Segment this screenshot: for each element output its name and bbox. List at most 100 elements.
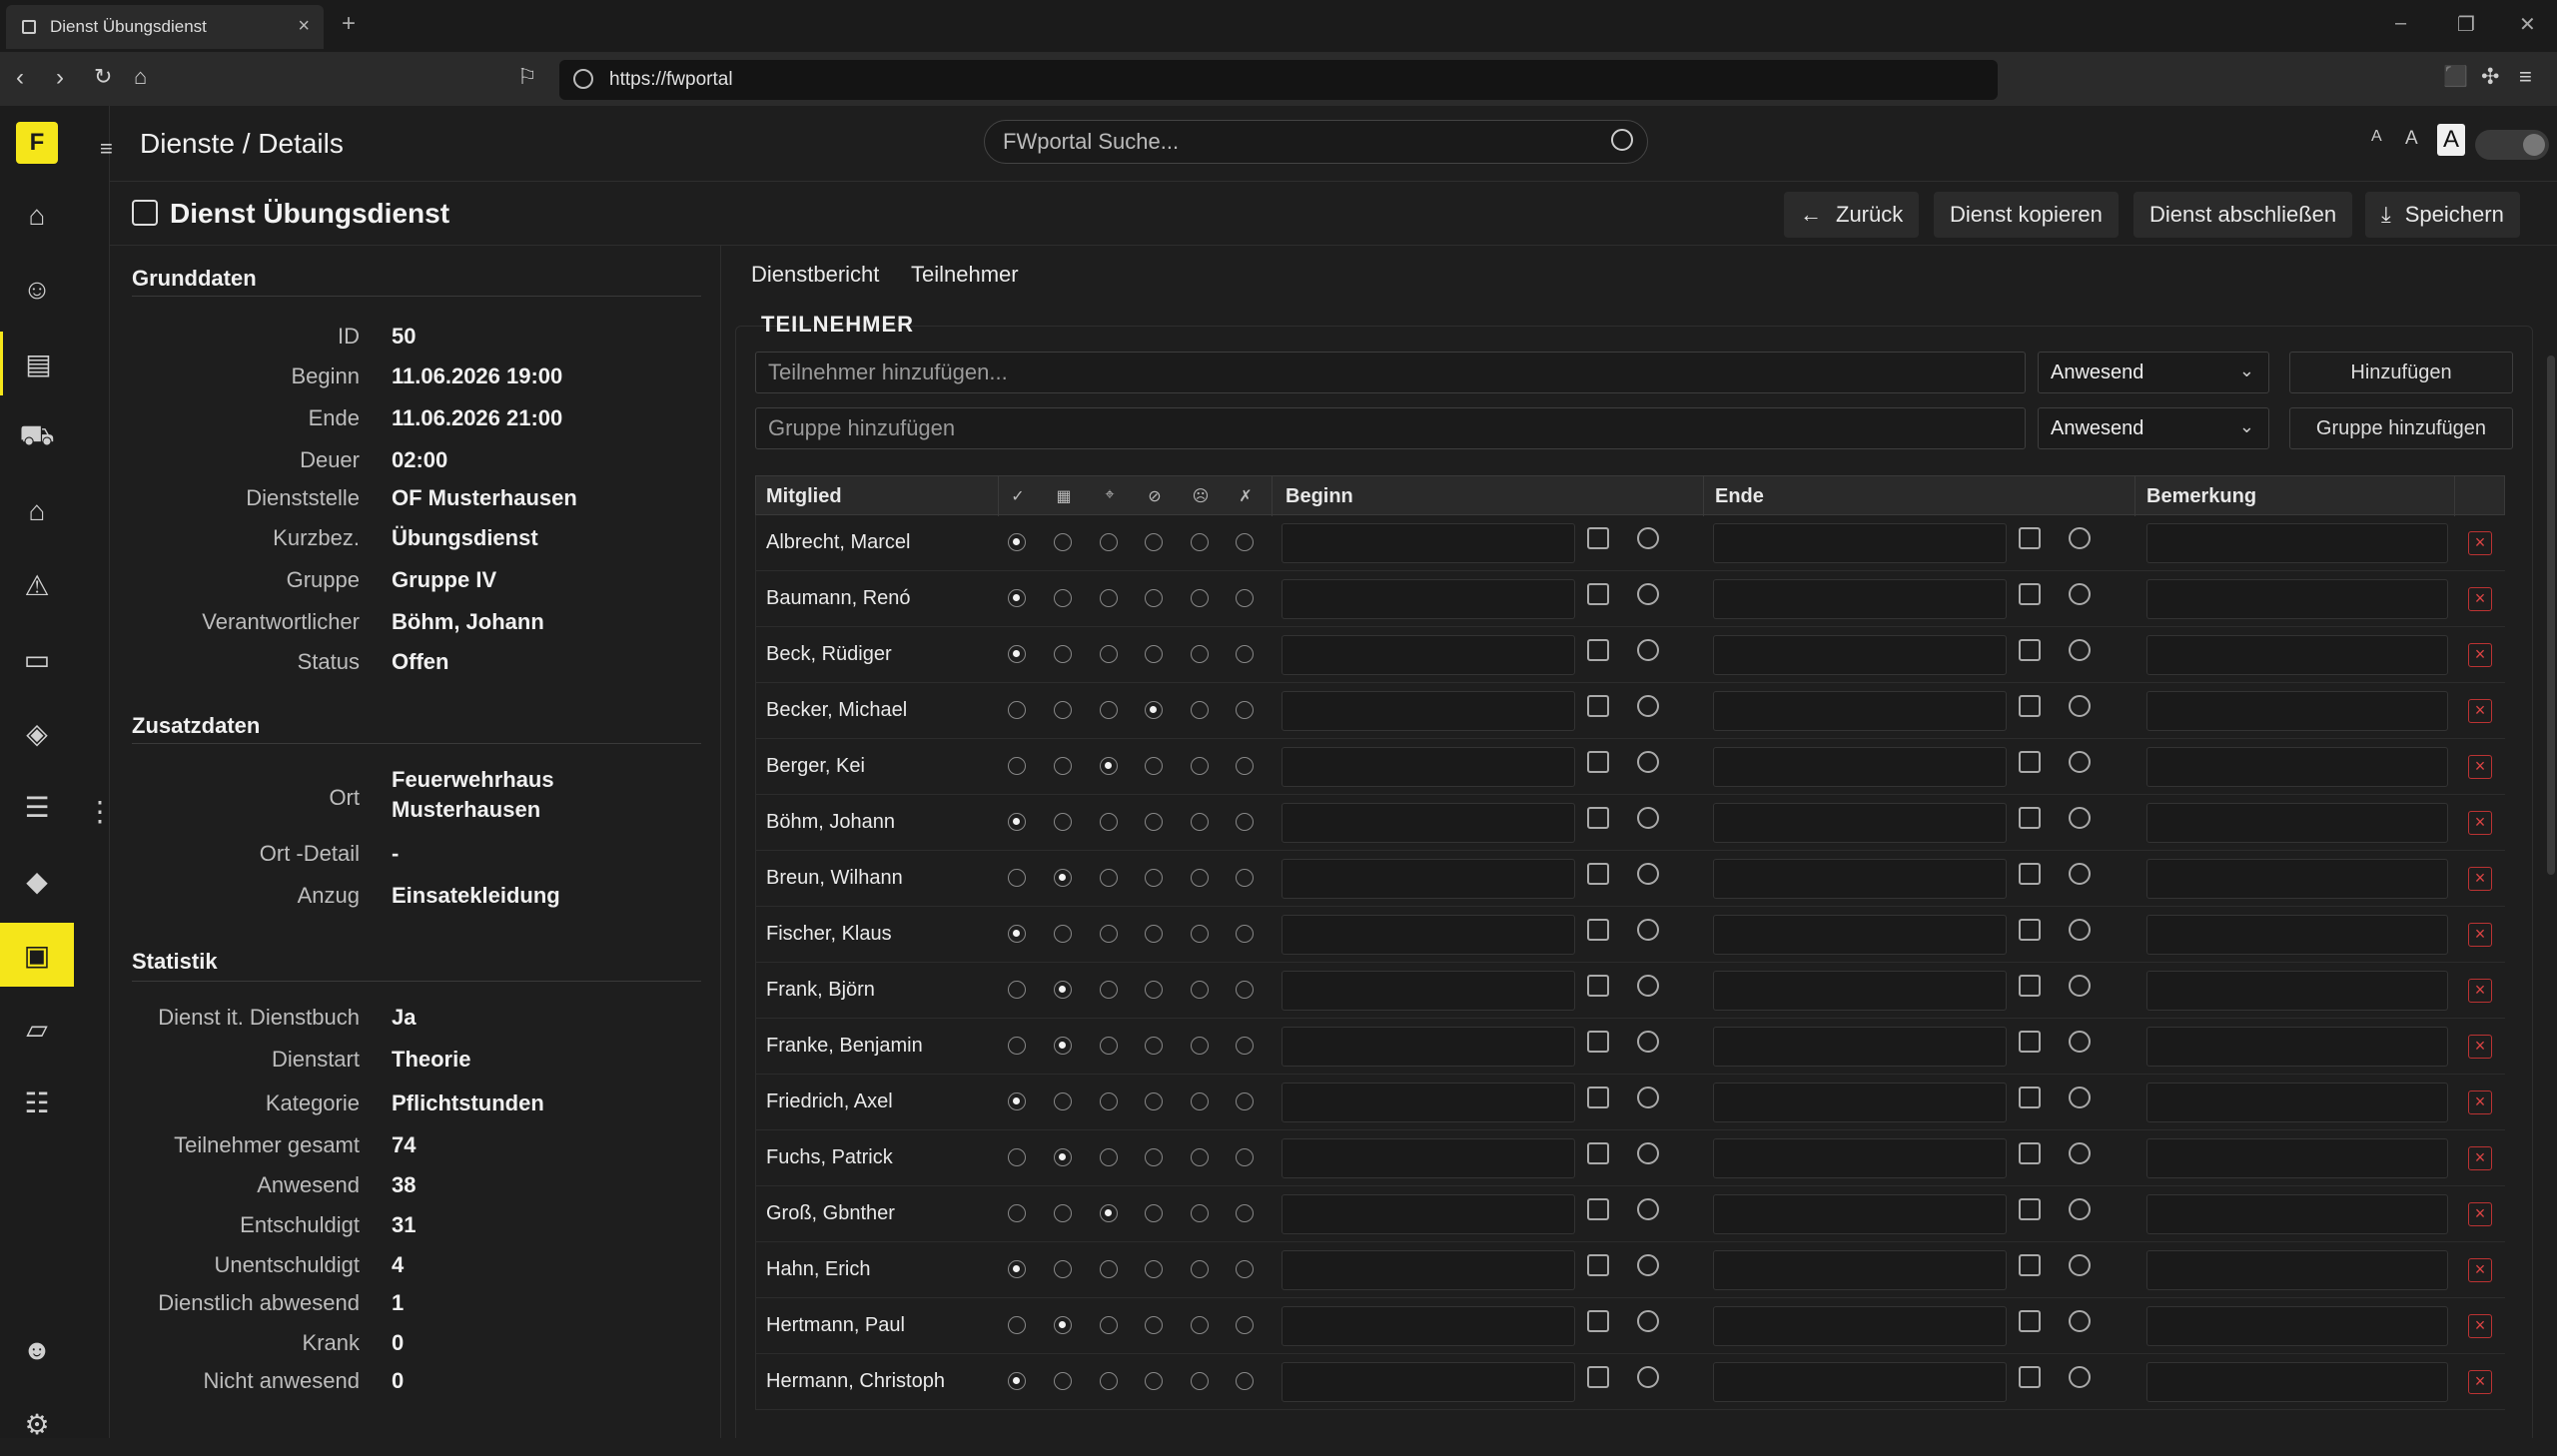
begin-input[interactable] xyxy=(1281,579,1575,619)
status-radio[interactable] xyxy=(1191,701,1209,719)
calendar-icon[interactable] xyxy=(2019,1087,2041,1108)
status-radio[interactable] xyxy=(1145,813,1163,831)
home-icon[interactable]: ⌂ xyxy=(134,64,147,90)
end-input[interactable] xyxy=(1713,803,2007,843)
status-radio[interactable] xyxy=(1100,1037,1118,1055)
note-input[interactable] xyxy=(2146,803,2448,843)
status-radio[interactable] xyxy=(1191,589,1209,607)
note-input[interactable] xyxy=(2146,1306,2448,1346)
end-input[interactable] xyxy=(1713,971,2007,1011)
status-radio[interactable] xyxy=(1191,1260,1209,1278)
status-radio[interactable] xyxy=(1008,1372,1026,1390)
delete-icon[interactable]: × xyxy=(2468,923,2492,947)
begin-input[interactable] xyxy=(1281,635,1575,675)
gear-icon[interactable]: ⚙ xyxy=(0,1392,74,1456)
clock-icon[interactable] xyxy=(2069,1087,2091,1108)
clock-icon[interactable] xyxy=(1637,1310,1659,1332)
begin-input[interactable] xyxy=(1281,747,1575,787)
calendar-icon[interactable] xyxy=(2019,527,2041,549)
calendar-icon[interactable] xyxy=(2019,919,2041,941)
clock-icon[interactable] xyxy=(2069,1366,2091,1388)
status-radio[interactable] xyxy=(1008,1092,1026,1110)
add-group-input[interactable] xyxy=(755,407,2026,449)
status-select-2[interactable]: Anwesend ⌄ xyxy=(2038,407,2269,449)
status-radio[interactable] xyxy=(1008,1204,1026,1222)
delete-icon[interactable]: × xyxy=(2468,1258,2492,1282)
begin-input[interactable] xyxy=(1281,1250,1575,1290)
calendar-icon[interactable] xyxy=(2019,1310,2041,1332)
status-radio[interactable] xyxy=(1100,1204,1118,1222)
folder-icon[interactable]: ▱ xyxy=(0,997,74,1061)
close-tab-icon[interactable]: × xyxy=(298,15,310,38)
delete-icon[interactable]: × xyxy=(2468,587,2492,611)
end-input[interactable] xyxy=(1713,1306,2007,1346)
calendar-icon[interactable] xyxy=(2019,1198,2041,1220)
delete-icon[interactable]: × xyxy=(2468,979,2492,1003)
note-input[interactable] xyxy=(2146,747,2448,787)
status-radio[interactable] xyxy=(1236,701,1254,719)
begin-input[interactable] xyxy=(1281,915,1575,955)
clock-icon[interactable] xyxy=(1637,863,1659,885)
calendar-icon[interactable] xyxy=(1587,807,1609,829)
col-member[interactable]: Mitglied xyxy=(766,485,842,508)
note-input[interactable] xyxy=(2146,1362,2448,1402)
col-note[interactable]: Bemerkung xyxy=(2146,485,2256,508)
end-input[interactable] xyxy=(1713,747,2007,787)
site-info-icon[interactable] xyxy=(573,69,593,89)
note-input[interactable] xyxy=(2146,1027,2448,1067)
note-input[interactable] xyxy=(2146,1083,2448,1122)
begin-input[interactable] xyxy=(1281,1194,1575,1234)
status-radio[interactable] xyxy=(1100,1260,1118,1278)
calendar-icon[interactable] xyxy=(2019,639,2041,661)
end-input[interactable] xyxy=(1713,915,2007,955)
delete-icon[interactable]: × xyxy=(2468,811,2492,835)
status-radio[interactable] xyxy=(1054,589,1072,607)
status-radio[interactable] xyxy=(1008,869,1026,887)
status-radio[interactable] xyxy=(1145,1204,1163,1222)
clock-icon[interactable] xyxy=(2069,751,2091,773)
menu-toggle-icon[interactable]: ≡ xyxy=(100,136,113,162)
clock-icon[interactable] xyxy=(2069,583,2091,605)
status-radio[interactable] xyxy=(1100,925,1118,943)
begin-input[interactable] xyxy=(1281,859,1575,899)
status-radio[interactable] xyxy=(1008,533,1026,551)
clock-icon[interactable] xyxy=(2069,1198,2091,1220)
note-input[interactable] xyxy=(2146,523,2448,563)
calendar-icon[interactable] xyxy=(2019,1254,2041,1276)
back-icon[interactable]: ‹ xyxy=(16,64,24,92)
status-radio[interactable] xyxy=(1191,1372,1209,1390)
status-radio[interactable] xyxy=(1054,757,1072,775)
url-bar[interactable]: https://fwportal xyxy=(559,60,1998,100)
begin-input[interactable] xyxy=(1281,691,1575,731)
status-radio[interactable] xyxy=(1191,925,1209,943)
end-input[interactable] xyxy=(1713,1250,2007,1290)
status-radio[interactable] xyxy=(1100,981,1118,999)
status-radio[interactable] xyxy=(1100,701,1118,719)
status-radio[interactable] xyxy=(1054,533,1072,551)
note-input[interactable] xyxy=(2146,1194,2448,1234)
add-participant-button[interactable]: Hinzufügen xyxy=(2289,352,2513,393)
status-radio[interactable] xyxy=(1054,1204,1072,1222)
status-radio[interactable] xyxy=(1145,1316,1163,1334)
status-radio[interactable] xyxy=(1008,701,1026,719)
status-radio[interactable] xyxy=(1054,1260,1072,1278)
delete-icon[interactable]: × xyxy=(2468,1314,2492,1338)
status-radio[interactable] xyxy=(1236,981,1254,999)
status-radio[interactable] xyxy=(1100,533,1118,551)
end-input[interactable] xyxy=(1713,859,2007,899)
save-button[interactable]: ⤓ Speichern xyxy=(2365,192,2520,238)
status-radio[interactable] xyxy=(1145,589,1163,607)
font-size-large[interactable]: A xyxy=(2437,124,2466,156)
status-radio[interactable] xyxy=(1100,1092,1118,1110)
status-radio[interactable] xyxy=(1008,1148,1026,1166)
begin-input[interactable] xyxy=(1281,1306,1575,1346)
status-radio[interactable] xyxy=(1145,1148,1163,1166)
calendar-icon[interactable] xyxy=(1587,527,1609,549)
begin-input[interactable] xyxy=(1281,971,1575,1011)
calendar-icon[interactable] xyxy=(2019,1142,2041,1164)
calendar-icon[interactable] xyxy=(2019,807,2041,829)
status-radio[interactable] xyxy=(1236,1260,1254,1278)
status-radio[interactable] xyxy=(1236,925,1254,943)
status-radio[interactable] xyxy=(1236,1372,1254,1390)
clock-icon[interactable] xyxy=(2069,919,2091,941)
